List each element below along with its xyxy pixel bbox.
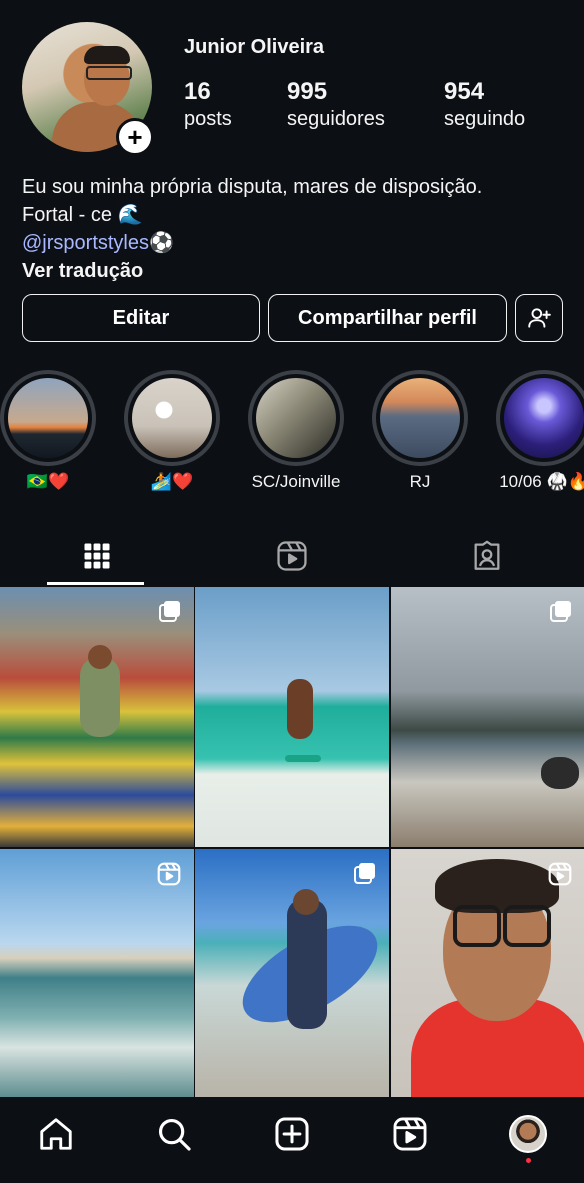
tagged-icon [474, 540, 500, 570]
stat-followers-label: seguidores [287, 108, 385, 130]
nav-profile[interactable] [500, 1112, 556, 1156]
post-thumbnail[interactable] [0, 849, 194, 1097]
stat-posts-label: posts [184, 108, 232, 130]
active-tab-indicator [47, 582, 144, 585]
highlight-label: RJ [409, 472, 431, 491]
highlight-cover [380, 378, 460, 458]
add-person-icon [528, 308, 551, 328]
stat-following-label: seguindo [444, 108, 526, 130]
stat-followers[interactable]: 995 seguidores [287, 78, 385, 131]
nav-create[interactable] [264, 1112, 320, 1156]
nav-reels[interactable] [382, 1112, 438, 1156]
highlight-cover [256, 378, 336, 458]
stat-posts-value: 16 [184, 78, 211, 105]
profile-avatar [509, 1115, 547, 1153]
edit-profile-button[interactable]: Editar [22, 294, 260, 342]
tab-tagged[interactable] [390, 528, 584, 584]
reels-icon [157, 862, 181, 886]
carousel-icon [354, 863, 375, 884]
post-thumbnail[interactable] [195, 849, 389, 1097]
add-person-button[interactable] [515, 294, 563, 342]
carousel-icon [159, 601, 180, 622]
create-icon [275, 1117, 309, 1151]
share-profile-button[interactable]: Compartilhar perfil [268, 294, 507, 342]
profile-username: Junior Oliveira [184, 36, 325, 58]
post-thumbnail[interactable] [195, 587, 389, 847]
post-thumbnail[interactable] [0, 587, 194, 847]
profile-bio: Eu sou minha própria disputa, mares de d… [22, 173, 562, 285]
highlight-label: SC/Joinville [251, 472, 341, 491]
tab-reels[interactable] [195, 528, 389, 584]
highlight-label: 10/06 🥋🔥 [499, 472, 584, 491]
highlight-item[interactable]: 🇧🇷❤️ [0, 370, 96, 492]
post-thumbnail[interactable] [391, 849, 584, 1097]
highlight-label: 🏄❤️ [150, 472, 194, 491]
highlight-cover [504, 378, 584, 458]
reels-icon [393, 1117, 427, 1151]
post-thumbnail[interactable] [391, 587, 584, 847]
add-icon[interactable]: + [116, 118, 154, 156]
nav-search[interactable] [146, 1112, 202, 1156]
nav-home[interactable] [28, 1112, 84, 1156]
stat-following-value: 954 [444, 78, 485, 105]
stat-following[interactable]: 954 seguindo [444, 78, 525, 131]
avatar-glasses [86, 66, 132, 80]
reels-icon [277, 541, 307, 571]
highlight-item[interactable]: SC/Joinville [248, 370, 344, 492]
tab-posts[interactable] [0, 528, 194, 584]
bio-line-1: Eu sou minha própria disputa, mares de d… [22, 176, 483, 198]
bio-link[interactable]: @jrsportstyles⚽ [22, 229, 562, 257]
avatar-hair [84, 46, 130, 64]
notification-dot [526, 1158, 531, 1163]
highlight-label: 🇧🇷❤️ [26, 472, 70, 491]
highlight-item[interactable]: RJ [372, 370, 468, 492]
bio-line-2: Fortal - ce 🌊 [22, 204, 143, 226]
home-icon [40, 1118, 72, 1150]
search-icon [158, 1118, 191, 1151]
highlight-cover [132, 378, 212, 458]
translate-link[interactable]: Ver tradução [22, 257, 562, 285]
stat-posts[interactable]: 16 posts [184, 78, 232, 131]
reels-icon [548, 862, 572, 886]
stat-followers-value: 995 [287, 78, 328, 105]
highlight-cover [8, 378, 88, 458]
highlight-item[interactable]: 🏄❤️ [124, 370, 220, 492]
highlight-item[interactable]: 10/06 🥋🔥 [496, 370, 584, 492]
carousel-icon [550, 601, 571, 622]
grid-icon [84, 543, 110, 569]
